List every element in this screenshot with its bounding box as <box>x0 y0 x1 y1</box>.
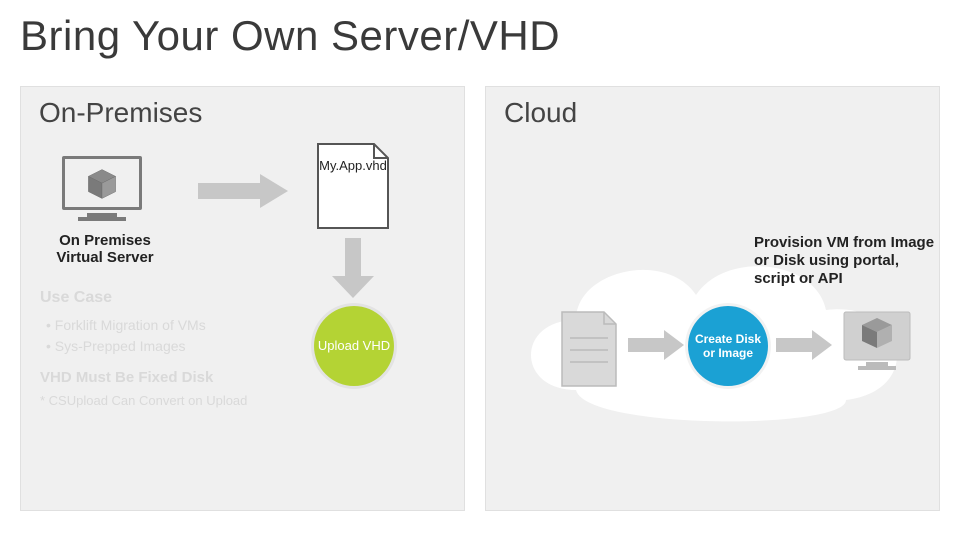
upload-vhd-label: Upload VHD <box>318 338 390 354</box>
vm-icon <box>840 306 914 380</box>
cube-icon <box>85 167 119 201</box>
provision-text: Provision VM from Image or Disk using po… <box>754 234 939 288</box>
usecase-bullet-1-text: Forklift Migration of VMs <box>55 317 206 333</box>
slide-title: Bring Your Own Server/VHD <box>20 12 560 60</box>
vhd-file-icon <box>310 142 396 232</box>
upload-vhd-step: Upload VHD <box>314 306 394 386</box>
onprem-server-label: On Premises Virtual Server <box>40 232 170 267</box>
create-disk-or-image-step: Create Disk or Image <box>688 306 768 386</box>
usecase-bullet-2: • Sys-Prepped Images <box>46 336 320 358</box>
panel-onpremises-title: On-Premises <box>39 97 202 129</box>
usecase-heading: Use Case <box>40 286 320 311</box>
arrow-vhd-to-upload-icon <box>332 238 374 298</box>
usecase-note: * CSUpload Can Convert on Upload <box>40 391 320 411</box>
usecase-subheading: VHD Must Be Fixed Disk <box>40 366 320 389</box>
arrow-blob-to-create-icon <box>628 330 684 360</box>
arrow-server-to-vhd-icon <box>198 174 288 208</box>
usecase-bullet-1: • Forklift Migration of VMs <box>46 315 320 337</box>
panel-cloud-title: Cloud <box>504 97 577 129</box>
vhd-file-label: My.App.vhd <box>314 158 392 173</box>
arrow-create-to-vm-icon <box>776 330 832 360</box>
usecase-bullet-2-text: Sys-Prepped Images <box>55 338 186 354</box>
usecase-block: Use Case • Forklift Migration of VMs • S… <box>40 286 320 412</box>
slide: Bring Your Own Server/VHD On-Premises Cl… <box>0 0 960 540</box>
create-disk-or-image-label: Create Disk or Image <box>688 332 768 361</box>
onprem-server-icon <box>62 156 142 226</box>
blob-storage-doc-icon <box>556 310 622 390</box>
